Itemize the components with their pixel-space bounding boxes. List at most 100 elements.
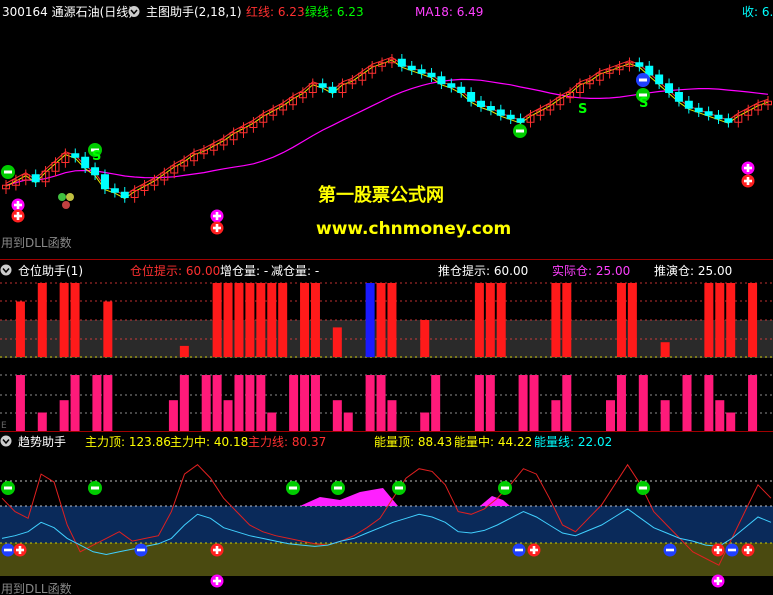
energy-mid: 能量中: 44.22: [454, 434, 532, 449]
panel3-menu-icon[interactable]: [0, 435, 12, 447]
position-pink-bar: [365, 375, 375, 431]
position-pink-bar: [59, 400, 69, 431]
position-pink-bar: [606, 400, 616, 431]
position-pink-bar: [562, 375, 572, 431]
candle-body: [496, 109, 505, 116]
minus-glyph: [395, 486, 403, 490]
plus-glyph: [746, 164, 750, 172]
plus-glyph: [746, 546, 750, 554]
cluster-dot-icon: [62, 201, 70, 209]
candle-body: [427, 72, 436, 78]
signal-s-label: S: [639, 96, 648, 111]
candle-body: [645, 65, 654, 76]
position-pink-bar: [715, 400, 725, 431]
panel2-title[interactable]: 仓位助手(1): [18, 263, 83, 278]
dll-note-1: 用到DLL函数: [1, 235, 72, 250]
plus-glyph: [16, 201, 20, 209]
position-bar: [59, 283, 69, 357]
panel3-title[interactable]: 趋势助手: [18, 435, 66, 449]
minus-glyph: [289, 486, 297, 490]
dll-note-2: 用到DLL函数: [1, 581, 72, 595]
candle-body: [714, 114, 723, 120]
position-bar: [223, 283, 233, 357]
indicator-menu-icon[interactable]: [128, 6, 140, 17]
position-pink-bar: [343, 412, 353, 431]
candle-body: [655, 74, 664, 85]
candle-body: [506, 114, 515, 120]
position-bar: [562, 283, 572, 357]
position-bar: [551, 283, 561, 357]
candle-body: [447, 83, 456, 88]
position-bar: [616, 283, 626, 357]
position-pink-bar: [485, 375, 495, 431]
position-bar: [245, 283, 255, 357]
position-bar: [267, 283, 277, 357]
main-line: 主力线: 80.37: [248, 435, 326, 449]
position-pink-bar: [300, 375, 310, 431]
position-pink-bar: [245, 375, 255, 431]
ma18-value: MA18: 6.49: [415, 5, 483, 19]
candle-body: [397, 58, 406, 67]
position-pink-bar: [223, 400, 233, 431]
minus-glyph: [666, 548, 674, 552]
minus-glyph: [639, 486, 647, 490]
position-pink-bar: [234, 375, 244, 431]
position-bar: [376, 283, 386, 357]
position-bar: [300, 283, 310, 357]
push-hint: 推仓提示: 60.00: [438, 263, 528, 278]
close-value: 收: 6.: [742, 5, 773, 19]
position-pink-bar: [201, 375, 211, 431]
energy-peak-fill: [480, 496, 510, 506]
position-pink-bar: [431, 375, 441, 431]
panel3-header: 趋势助手 主力顶: 123.86 主力中: 40.18 主力线: 80.37 能…: [0, 434, 612, 449]
energy-peak-fill: [300, 488, 398, 506]
candle-body: [704, 111, 713, 116]
minus-glyph: [515, 548, 523, 552]
candle-body: [71, 153, 80, 158]
position-pink-bar: [256, 375, 266, 431]
position-bar: [332, 327, 342, 357]
position-pink-bar: [704, 375, 714, 431]
candle-body: [467, 92, 476, 102]
position-pink-bar: [212, 375, 222, 431]
minus-glyph: [137, 548, 145, 552]
position-bar: [365, 283, 375, 357]
stock-title[interactable]: 300164 通源石油(日线): [2, 5, 133, 19]
position-bar: [70, 283, 80, 357]
position-bar: [278, 283, 288, 357]
candle-body: [110, 188, 119, 193]
position-bar: [704, 283, 714, 357]
position-pink-bar: [638, 375, 648, 431]
position-pink-bar: [660, 400, 670, 431]
indicator-name[interactable]: 主图助手(2,18,1): [146, 5, 242, 19]
stock-terminal-screen: 300164 通源石油(日线) 主图助手(2,18,1) 红线: 6.23 绿线…: [0, 0, 773, 595]
position-bar: [387, 283, 397, 357]
candle-body: [486, 106, 495, 111]
position-bar: [726, 283, 736, 357]
minus-glyph: [334, 486, 342, 490]
position-pink-bar: [474, 375, 484, 431]
minus-glyph: [639, 78, 647, 82]
actual-position: 实际仓: 25.00: [552, 263, 630, 278]
minus-glyph: [501, 486, 509, 490]
main-band: [0, 543, 773, 576]
plus-glyph: [215, 546, 219, 554]
panel2-menu-icon[interactable]: [0, 264, 12, 276]
position-bar: [256, 283, 266, 357]
position-pink-bar: [70, 375, 80, 431]
position-pink-bar: [179, 375, 189, 431]
plus-glyph: [716, 577, 720, 585]
position-pink-bar: [15, 375, 25, 431]
minus-glyph: [516, 129, 524, 133]
position-bar: [310, 283, 320, 357]
position-pink-bar: [168, 400, 178, 431]
candle-body: [407, 65, 416, 71]
plus-glyph: [16, 212, 20, 220]
minus-glyph: [4, 486, 12, 490]
deduced-position: 推演仓: 25.00: [654, 263, 732, 278]
position-bar: [627, 283, 637, 357]
candle-body: [31, 174, 40, 183]
candle-body: [417, 69, 426, 74]
green-line-value: 绿线: 6.23: [305, 4, 364, 19]
panel2-header: 仓位助手(1) 仓位提示: 60.00 增仓量: - 减仓量: - 推仓提示: …: [0, 263, 732, 278]
